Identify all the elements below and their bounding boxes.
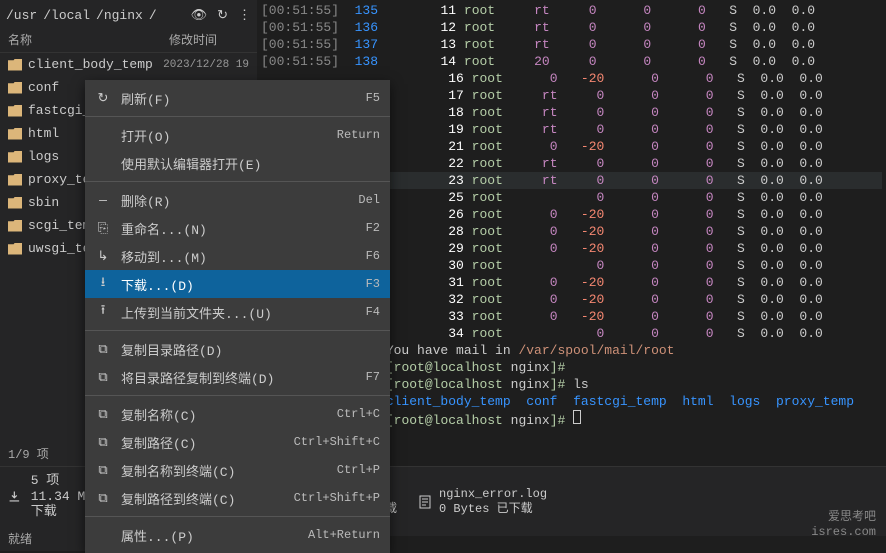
- ctx-shortcut: F7: [366, 370, 380, 384]
- path-seg[interactable]: /: [149, 8, 157, 23]
- eye-icon[interactable]: 👁: [191, 8, 208, 23]
- log-name: nginx_error.log: [439, 487, 547, 501]
- ctx-label: 上传到当前文件夹...(U): [121, 303, 366, 322]
- process-row: [00:51:55] 136 12 root rt 0 0 0 S 0.0 0.…: [261, 19, 882, 36]
- file-row[interactable]: client_body_temp2023/12/28 19: [0, 53, 257, 76]
- path-seg[interactable]: /local: [43, 8, 90, 23]
- ctx-label: 删除(R): [121, 191, 358, 210]
- folder-icon: [8, 128, 22, 140]
- path-bar[interactable]: /usr /local /nginx / 👁 ↻ ⋮: [0, 4, 257, 27]
- ctx-shortcut: Alt+Return: [308, 528, 380, 542]
- ctx-label: 复制名称(C): [121, 405, 337, 424]
- file-name: client_body_temp: [28, 57, 163, 72]
- ctx-label: 复制路径到终端(C): [121, 489, 294, 508]
- folder-icon: [8, 105, 22, 117]
- ctx-item[interactable]: ⧉ 复制路径到终端(C)Ctrl+Shift+P: [85, 484, 390, 512]
- ctx-label: 重命名...(N): [121, 219, 366, 238]
- process-row: [00:51:55] 137 13 root rt 0 0 0 S 0.0 0.…: [261, 36, 882, 53]
- context-menu: ↻ 刷新(F)F5 打开(O)Return 使用默认编辑器打开(E) — 删除(R)Del…: [85, 80, 390, 553]
- ctx-icon: ↳: [95, 249, 111, 264]
- ctx-shortcut: Ctrl+P: [337, 463, 380, 477]
- folder-icon: [8, 220, 22, 232]
- folder-icon: [8, 197, 22, 209]
- ctx-label: 复制目录路径(D): [121, 340, 380, 359]
- ctx-item[interactable]: ⭳ 下载...(D)F3: [85, 270, 390, 298]
- ctx-label: 复制名称到终端(C): [121, 461, 337, 480]
- ctx-item[interactable]: — 删除(R)Del: [85, 186, 390, 214]
- ctx-label: 复制路径(C): [121, 433, 294, 452]
- ctx-item[interactable]: ↻ 刷新(F)F5: [85, 84, 390, 112]
- ctx-icon: ↻: [95, 91, 111, 106]
- file-icon: [417, 494, 433, 510]
- ctx-item[interactable]: ↳ 移动到...(M)F6: [85, 242, 390, 270]
- watermark: 爱思考吧 isres.com: [811, 510, 876, 539]
- ctx-icon: ⭳: [95, 273, 111, 295]
- ctx-item[interactable]: 打开(O)Return: [85, 121, 390, 149]
- ctx-icon: ⧉: [95, 491, 111, 506]
- folder-icon: [8, 82, 22, 94]
- ctx-icon: ⧉: [95, 463, 111, 478]
- ctx-icon: ⭱: [95, 301, 111, 323]
- ctx-shortcut: F6: [366, 249, 380, 263]
- folder-icon: [8, 174, 22, 186]
- ctx-icon: ⧉: [95, 370, 111, 385]
- col-date[interactable]: 修改时间: [169, 31, 249, 48]
- process-row: [00:51:55] 138 14 root 20 0 0 0 S 0.0 0.…: [261, 53, 882, 70]
- ctx-label: 刷新(F): [121, 89, 366, 108]
- ctx-label: 下载...(D): [121, 275, 366, 294]
- ctx-icon: ⎘: [95, 221, 111, 236]
- more-icon[interactable]: ⋮: [238, 8, 251, 23]
- ctx-shortcut: Ctrl+C: [337, 407, 380, 421]
- ctx-shortcut: Ctrl+Shift+C: [294, 435, 380, 449]
- download-icon: [8, 489, 21, 505]
- ctx-icon: ⧉: [95, 407, 111, 422]
- ctx-label: 将目录路径复制到终端(D): [121, 368, 366, 387]
- ctx-label: 打开(O): [121, 126, 337, 145]
- ctx-item[interactable]: ⧉ 将目录路径复制到终端(D)F7: [85, 363, 390, 391]
- ctx-item[interactable]: ⧉ 复制名称到终端(C)Ctrl+P: [85, 456, 390, 484]
- ctx-item[interactable]: ⭱ 上传到当前文件夹...(U)F4: [85, 298, 390, 326]
- refresh-icon[interactable]: ↻: [217, 8, 228, 23]
- ctx-item[interactable]: ⎘ 重命名...(N)F2: [85, 214, 390, 242]
- ctx-item[interactable]: 使用默认编辑器打开(E): [85, 149, 390, 177]
- ctx-item[interactable]: ⧉ 复制目录路径(D): [85, 335, 390, 363]
- ctx-shortcut: Return: [337, 128, 380, 142]
- col-name[interactable]: 名称: [8, 31, 169, 48]
- ctx-icon: ⧉: [95, 342, 111, 357]
- ctx-label: 使用默认编辑器打开(E): [121, 154, 380, 173]
- ctx-shortcut: F4: [366, 305, 380, 319]
- ctx-label: 属性...(P): [121, 526, 308, 545]
- path-seg[interactable]: /nginx: [96, 8, 143, 23]
- ctx-shortcut: Del: [358, 193, 380, 207]
- ctx-shortcut: F3: [366, 277, 380, 291]
- folder-icon: [8, 243, 22, 255]
- ctx-shortcut: Ctrl+Shift+P: [294, 491, 380, 505]
- path-seg[interactable]: /usr: [6, 8, 37, 23]
- ctx-icon: —: [95, 193, 111, 208]
- ctx-shortcut: F5: [366, 91, 380, 105]
- folder-icon: [8, 151, 22, 163]
- log-file-item[interactable]: nginx_error.log0 Bytes 已下载: [417, 487, 547, 516]
- ctx-shortcut: F2: [366, 221, 380, 235]
- ctx-item[interactable]: 属性...(P)Alt+Return: [85, 521, 390, 549]
- ctx-item[interactable]: ⧉ 复制路径(C)Ctrl+Shift+C: [85, 428, 390, 456]
- log-size: 0 Bytes 已下载: [439, 502, 547, 516]
- process-row: [00:51:55] 135 11 root rt 0 0 0 S 0.0 0.…: [261, 2, 882, 19]
- file-date: 2023/12/28 19: [163, 59, 249, 71]
- folder-icon: [8, 59, 22, 71]
- ctx-icon: ⧉: [95, 435, 111, 450]
- ctx-label: 移动到...(M): [121, 247, 366, 266]
- ctx-item[interactable]: ⧉ 复制名称(C)Ctrl+C: [85, 400, 390, 428]
